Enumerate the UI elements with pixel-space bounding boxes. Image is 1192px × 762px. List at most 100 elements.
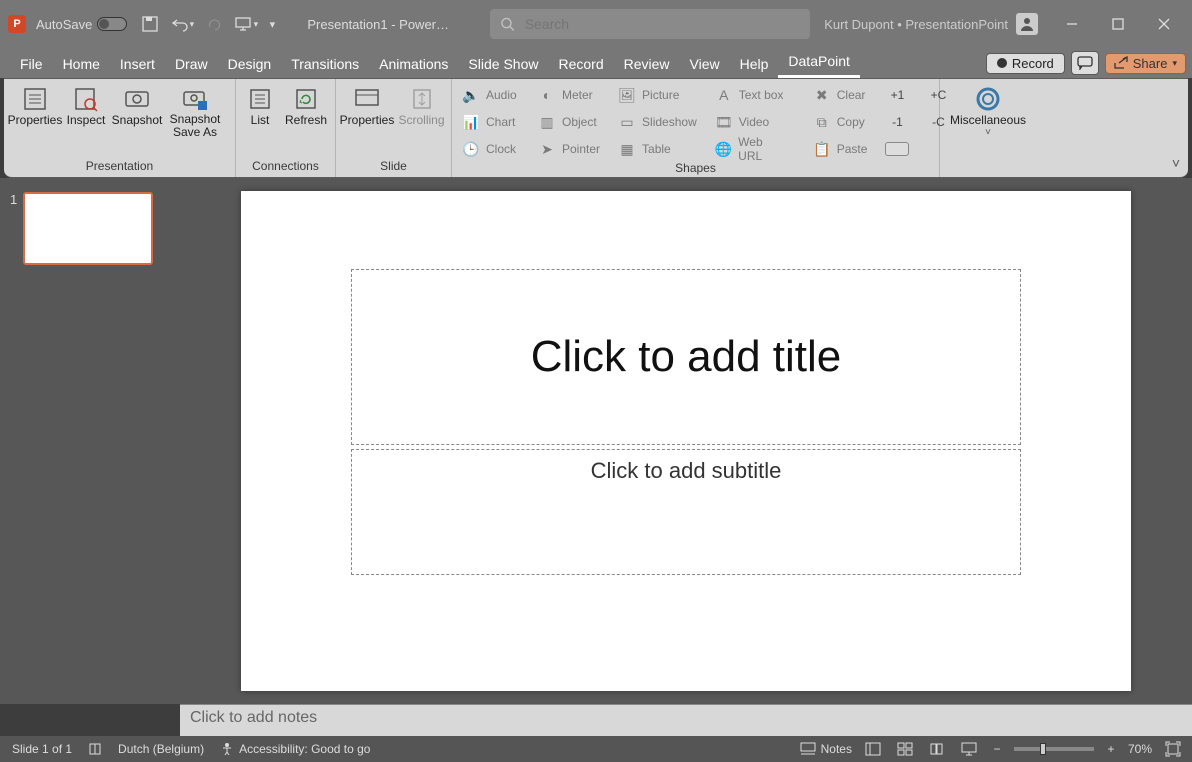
autosave-toggle[interactable] xyxy=(97,17,127,31)
reading-view-button[interactable] xyxy=(926,740,948,758)
zoom-in-button[interactable]: + xyxy=(1104,742,1118,756)
autosave-label: AutoSave xyxy=(36,17,92,32)
pointer-icon: ➤ xyxy=(538,140,556,158)
zoom-slider[interactable] xyxy=(1014,747,1094,751)
snapshot-saveas-button[interactable]: Snapshot Save As xyxy=(166,83,224,141)
search-bar[interactable] xyxy=(490,9,810,39)
shape-meter-button[interactable]: ◐Meter xyxy=(532,83,606,107)
tab-animations[interactable]: Animations xyxy=(369,51,458,78)
user-account[interactable]: Kurt Dupont • PresentationPoint xyxy=(824,13,1038,35)
chart-icon: 📊 xyxy=(462,113,480,131)
slide-counter[interactable]: Slide 1 of 1 xyxy=(12,742,72,756)
language-status[interactable]: Dutch (Belgium) xyxy=(118,742,204,756)
present-from-beginning-icon[interactable]: ▾ xyxy=(233,11,259,37)
tab-file[interactable]: File xyxy=(10,51,53,78)
thumbnail-preview[interactable] xyxy=(23,192,153,265)
snapshot-saveas-label: Snapshot Save As xyxy=(170,113,221,139)
slide-thumbnail-1[interactable]: 1 xyxy=(10,192,170,265)
slideshow-view-button[interactable] xyxy=(958,740,980,758)
slide-canvas-area[interactable]: Click to add title Click to add subtitle xyxy=(180,178,1192,704)
video-icon: 🎞 xyxy=(715,113,733,131)
redo-icon[interactable] xyxy=(201,11,227,37)
shape-object-button[interactable]: ▥Object xyxy=(532,110,606,134)
group-connections-label: Connections xyxy=(240,159,331,175)
shape-weburl-button[interactable]: 🌐Web URL xyxy=(709,137,791,161)
copy-icon: ⧉ xyxy=(813,113,831,131)
refresh-button[interactable]: Refresh xyxy=(282,83,330,129)
tab-design[interactable]: Design xyxy=(218,51,282,78)
share-button-label: Share xyxy=(1133,56,1168,71)
clear-button[interactable]: ✖Clear xyxy=(807,83,874,107)
qat-customize-icon[interactable]: ▾ xyxy=(265,11,279,37)
title-placeholder[interactable]: Click to add title xyxy=(351,269,1021,445)
picture-icon: 🖼 xyxy=(618,86,636,104)
list-icon xyxy=(245,85,275,113)
inspect-button[interactable]: Inspect xyxy=(64,83,108,141)
list-button[interactable]: List xyxy=(240,83,280,129)
close-button[interactable] xyxy=(1144,8,1184,40)
comments-button[interactable] xyxy=(1071,51,1099,75)
shape-textbox-button[interactable]: AText box xyxy=(709,83,791,107)
tab-datapoint[interactable]: DataPoint xyxy=(778,48,859,78)
group-presentation-label: Presentation xyxy=(8,159,231,175)
tab-slideshow[interactable]: Slide Show xyxy=(458,51,548,78)
properties-button[interactable]: Properties xyxy=(8,83,62,141)
accessibility-status[interactable]: Accessibility: Good to go xyxy=(220,742,370,756)
slide-properties-button[interactable]: Properties xyxy=(340,83,394,129)
tab-draw[interactable]: Draw xyxy=(165,51,218,78)
shape-picture-button[interactable]: 🖼Picture xyxy=(612,83,703,107)
miscellaneous-icon xyxy=(973,85,1003,113)
audio-icon: 🔈 xyxy=(462,86,480,104)
subtitle-placeholder[interactable]: Click to add subtitle xyxy=(351,449,1021,575)
inspect-icon xyxy=(71,85,101,113)
tab-insert[interactable]: Insert xyxy=(110,51,165,78)
tab-view[interactable]: View xyxy=(680,51,730,78)
tab-record[interactable]: Record xyxy=(548,51,613,78)
scrolling-label: Scrolling xyxy=(398,113,444,127)
shape-chart-button[interactable]: 📊Chart xyxy=(456,110,526,134)
undo-icon[interactable]: ▾ xyxy=(169,11,195,37)
color-swatch-button[interactable] xyxy=(879,137,915,161)
autosave-control[interactable]: AutoSave xyxy=(32,17,131,32)
fit-to-window-button[interactable] xyxy=(1162,740,1184,758)
slide-canvas[interactable]: Click to add title Click to add subtitle xyxy=(241,191,1131,691)
shape-clock-button[interactable]: 🕒Clock xyxy=(456,137,526,161)
title-placeholder-text: Click to add title xyxy=(531,332,842,382)
notes-pane[interactable]: Click to add notes xyxy=(180,704,1192,736)
normal-view-button[interactable] xyxy=(862,740,884,758)
object-icon: ▥ xyxy=(538,113,556,131)
save-icon[interactable] xyxy=(137,11,163,37)
search-input[interactable] xyxy=(525,16,800,32)
shape-table-button[interactable]: ▦Table xyxy=(612,137,703,161)
copy-button[interactable]: ⧉Copy xyxy=(807,110,874,134)
subtitle-placeholder-text: Click to add subtitle xyxy=(591,458,782,484)
document-title: Presentation1 - Power… xyxy=(307,17,449,32)
paste-button[interactable]: 📋Paste xyxy=(807,137,874,161)
status-bar: Slide 1 of 1 Dutch (Belgium) Accessibili… xyxy=(0,736,1192,762)
shape-audio-button[interactable]: 🔈Audio xyxy=(456,83,526,107)
zoom-percent[interactable]: 70% xyxy=(1128,742,1152,756)
tab-transitions[interactable]: Transitions xyxy=(281,51,369,78)
tab-home[interactable]: Home xyxy=(53,51,110,78)
minimize-button[interactable] xyxy=(1052,8,1092,40)
share-button[interactable]: Share ▾ xyxy=(1105,53,1186,74)
maximize-button[interactable] xyxy=(1098,8,1138,40)
notes-placeholder-text: Click to add notes xyxy=(190,709,317,726)
minus-one-button[interactable]: -1 xyxy=(879,110,915,134)
shape-slideshow-button[interactable]: ▭Slideshow xyxy=(612,110,703,134)
shape-video-button[interactable]: 🎞Video xyxy=(709,110,791,134)
ribbon-collapse-button[interactable]: ˅ xyxy=(1172,155,1180,171)
zoom-out-button[interactable]: − xyxy=(990,742,1004,756)
miscellaneous-label: Miscellaneous xyxy=(950,113,1026,127)
snapshot-button[interactable]: Snapshot xyxy=(110,83,164,141)
plus-one-button[interactable]: +1 xyxy=(879,83,915,107)
record-button[interactable]: Record xyxy=(986,53,1065,74)
tab-help[interactable]: Help xyxy=(730,51,779,78)
zoom-slider-thumb[interactable] xyxy=(1040,743,1046,755)
miscellaneous-button[interactable]: Miscellaneous ˅ xyxy=(944,83,1032,140)
tab-review[interactable]: Review xyxy=(614,51,680,78)
notes-toggle-button[interactable]: Notes xyxy=(800,742,852,756)
slide-sorter-view-button[interactable] xyxy=(894,740,916,758)
shape-pointer-button[interactable]: ➤Pointer xyxy=(532,137,606,161)
spellcheck-status[interactable] xyxy=(88,742,102,756)
